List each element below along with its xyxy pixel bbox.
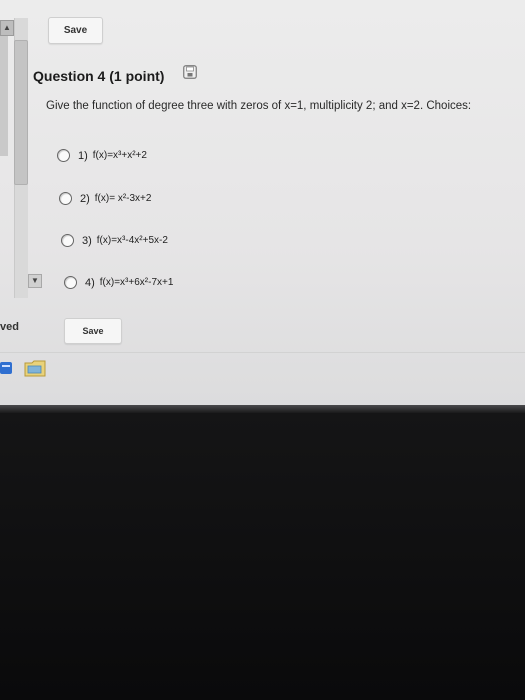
question-text: Give the function of degree three with z… xyxy=(46,100,472,112)
choice-number: 3) xyxy=(82,234,92,247)
choice-text: f(x)=x³-4x²+5x-2 xyxy=(96,235,168,246)
save-button-bottom[interactable]: Save xyxy=(64,318,122,344)
radio-button-1[interactable] xyxy=(57,149,70,162)
save-button-top[interactable]: Save xyxy=(48,17,103,44)
folder-icon[interactable] xyxy=(24,358,46,378)
choice-option-3[interactable]: 3) f(x)=x³-4x²+5x-2 xyxy=(61,234,168,247)
radio-button-2[interactable] xyxy=(59,192,72,205)
arrow-up-icon[interactable]: ▲ xyxy=(0,20,14,36)
choice-option-4[interactable]: 4) f(x)=x³+6x²-7x+1 xyxy=(64,276,173,289)
divider xyxy=(0,352,525,353)
choice-text: f(x)= x²-3x+2 xyxy=(94,193,152,204)
floppy-disk-icon[interactable] xyxy=(183,65,197,79)
screen: ▲ ▼ Save Question 4 (1 point) Give the f… xyxy=(0,0,525,405)
monitor-bezel xyxy=(0,413,525,700)
taskbar-app-icon[interactable] xyxy=(0,361,14,375)
scrollbar-thumb[interactable] xyxy=(14,40,28,185)
choice-option-2[interactable]: 2) f(x)= x²-3x+2 xyxy=(59,192,151,205)
choice-number: 2) xyxy=(80,192,90,205)
left-panel-edge xyxy=(0,36,8,156)
radio-button-3[interactable] xyxy=(61,234,74,247)
choice-option-1[interactable]: 1) f(x)=x³+x²+2 xyxy=(57,149,147,162)
screen-edge xyxy=(0,405,525,413)
saved-status-text: ved xyxy=(0,321,19,333)
choice-text: f(x)=x³+x²+2 xyxy=(92,150,147,161)
radio-button-4[interactable] xyxy=(64,276,77,289)
arrow-down-icon[interactable]: ▼ xyxy=(28,274,42,288)
choice-number: 1) xyxy=(78,149,88,162)
choice-number: 4) xyxy=(85,276,95,289)
choice-text: f(x)=x³+6x²-7x+1 xyxy=(99,277,174,288)
question-title: Question 4 (1 point) xyxy=(33,68,165,84)
